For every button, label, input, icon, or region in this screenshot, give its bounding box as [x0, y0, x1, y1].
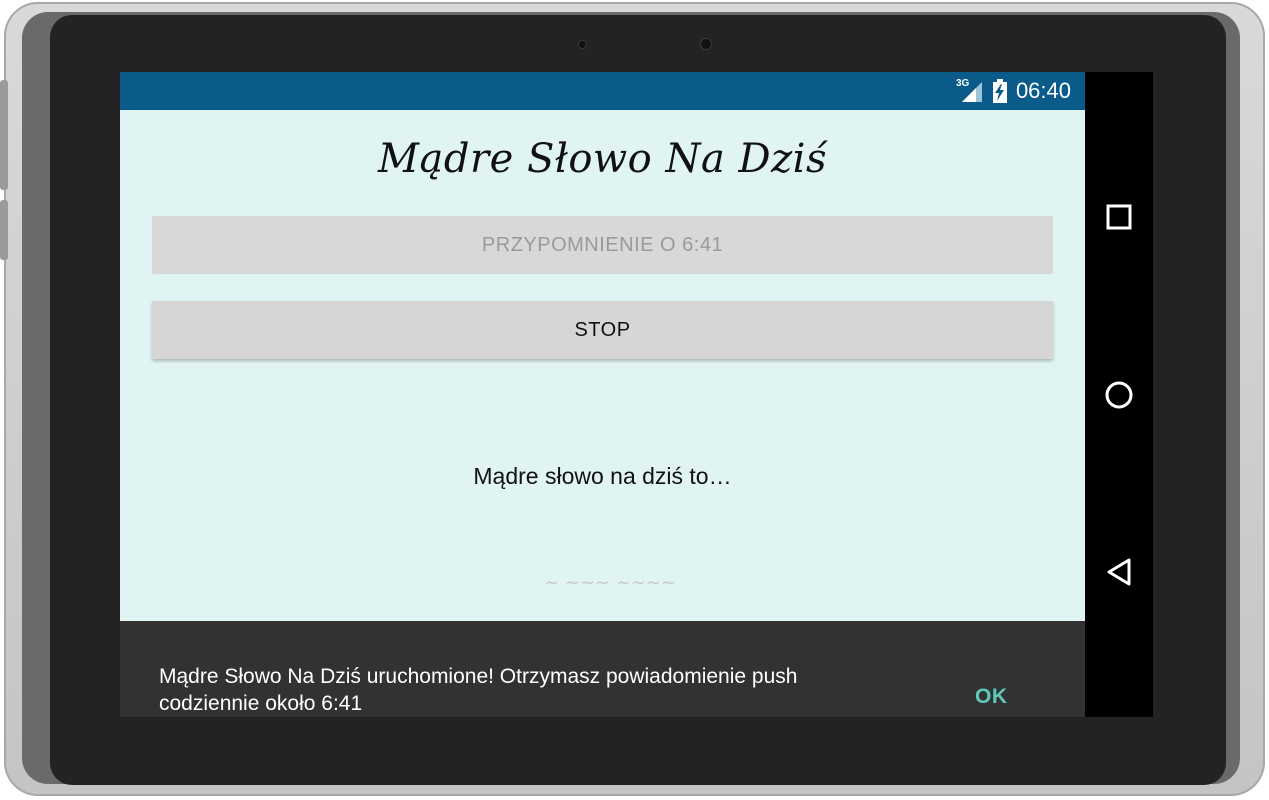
battery-charging-icon [992, 79, 1008, 103]
stop-button[interactable]: STOP [152, 301, 1053, 359]
front-camera-icon [701, 39, 711, 49]
camera-sensor-icon [579, 41, 586, 48]
power-button [0, 200, 8, 260]
status-bar: 3G 06:40 [120, 72, 1085, 110]
faded-signature-logo: ~ ~~~ ~~~~ [543, 572, 677, 593]
snackbar-message: Mądre Słowo Na Dziś uruchomione! Otrzyma… [159, 665, 798, 715]
app-title: Mądre Słowo Na Dziś [378, 136, 827, 182]
device-screen: 3G 06:40 Mądre Słowo Na Dziś PRZYPOMNIEN… [120, 72, 1153, 717]
circle-icon[interactable] [1105, 381, 1133, 409]
square-icon[interactable] [1105, 203, 1133, 231]
volume-button [0, 80, 8, 190]
status-clock: 06:40 [1015, 78, 1071, 103]
snackbar-ok-button[interactable]: OK [975, 685, 1008, 709]
snackbar: Mądre Słowo Na Dziś uruchomione! Otrzyma… [120, 621, 1085, 717]
app-content: Mądre Słowo Na Dziś PRZYPOMNIENIE O 6:41… [120, 110, 1085, 717]
signal-icon: 3G [956, 78, 984, 104]
navigation-bar [1085, 72, 1153, 717]
quote-text: Mądre słowo na dziś to… [473, 463, 732, 489]
triangle-back-icon[interactable] [1105, 558, 1133, 586]
reminder-button[interactable]: PRZYPOMNIENIE O 6:41 [152, 216, 1053, 274]
